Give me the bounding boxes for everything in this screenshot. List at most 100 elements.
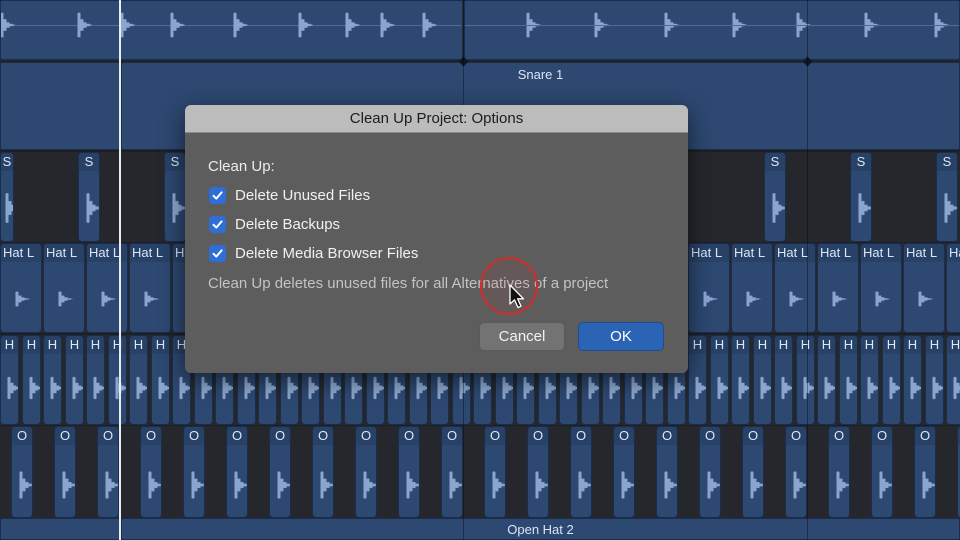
- open-hat-region[interactable]: O: [527, 426, 549, 518]
- open-hat-region[interactable]: O: [441, 426, 463, 518]
- waveform: [789, 291, 804, 307]
- open-hat-region[interactable]: O: [226, 426, 248, 518]
- hat-loop-region[interactable]: Hat L: [774, 243, 816, 333]
- hat-loop-region[interactable]: Hat L: [731, 243, 773, 333]
- delete-unused-files-option[interactable]: Delete Unused Files: [209, 185, 370, 205]
- hat-region[interactable]: H: [839, 335, 858, 425]
- open-hat-region[interactable]: O: [656, 426, 678, 518]
- option-label: Delete Backups: [235, 215, 341, 233]
- hat-region[interactable]: H: [0, 335, 19, 425]
- open-hat-region[interactable]: O: [871, 426, 893, 518]
- audio-region[interactable]: [0, 62, 120, 150]
- hat-region[interactable]: H: [946, 335, 960, 425]
- waveform: [664, 471, 677, 499]
- waveform: [944, 193, 957, 223]
- waveform: [101, 291, 116, 307]
- playhead[interactable]: [119, 0, 121, 540]
- sample-region[interactable]: S: [850, 152, 872, 242]
- audio-region[interactable]: [0, 518, 120, 540]
- open-hat-2-region[interactable]: Open Hat 2: [121, 518, 960, 540]
- waveform: [148, 471, 161, 499]
- hat-region[interactable]: H: [903, 335, 922, 425]
- hat-region[interactable]: H: [151, 335, 170, 425]
- hat-loop-region[interactable]: Hat L: [860, 243, 902, 333]
- hat-region[interactable]: H: [22, 335, 41, 425]
- sample-region[interactable]: S: [164, 152, 186, 242]
- open-hat-region[interactable]: O: [11, 426, 33, 518]
- open-hat-region[interactable]: O: [54, 426, 76, 518]
- hat-region[interactable]: H: [796, 335, 815, 425]
- hat-loop-region[interactable]: Hat L: [86, 243, 128, 333]
- hat-region[interactable]: H: [129, 335, 148, 425]
- hat-region[interactable]: H: [43, 335, 62, 425]
- bar-line: [807, 0, 808, 540]
- hat-region[interactable]: H: [860, 335, 879, 425]
- open-hat-region[interactable]: O: [312, 426, 334, 518]
- hat-loop-region[interactable]: Hat L: [129, 243, 171, 333]
- open-hat-region[interactable]: O: [828, 426, 850, 518]
- open-hat-region[interactable]: O: [914, 426, 936, 518]
- hat-loop-region[interactable]: Hat L: [903, 243, 945, 333]
- waveform: [172, 193, 185, 223]
- waveform: [953, 376, 960, 400]
- waveform: [932, 376, 943, 400]
- hat-region[interactable]: H: [731, 335, 750, 425]
- open-hat-region[interactable]: O: [140, 426, 162, 518]
- waveform: [363, 471, 376, 499]
- hat-region[interactable]: H: [108, 335, 127, 425]
- waveform: [858, 193, 871, 223]
- hat-loop-region[interactable]: Hat L: [688, 243, 730, 333]
- checkbox-checked-icon[interactable]: [209, 244, 226, 262]
- audio-region[interactable]: [0, 0, 463, 60]
- open-hat-region[interactable]: O: [699, 426, 721, 518]
- waveform: [889, 376, 900, 400]
- hat-region[interactable]: H: [817, 335, 836, 425]
- open-hat-region[interactable]: O: [570, 426, 592, 518]
- waveform: [910, 376, 921, 400]
- open-hat-region[interactable]: O: [97, 426, 119, 518]
- waveform: [695, 376, 706, 400]
- open-hat-region[interactable]: O: [398, 426, 420, 518]
- open-hat-region[interactable]: O: [484, 426, 506, 518]
- region-label: Snare 1: [517, 67, 564, 82]
- hat-loop-region[interactable]: Hat L: [0, 243, 42, 333]
- open-hat-region[interactable]: O: [785, 426, 807, 518]
- checkbox-checked-icon[interactable]: [209, 215, 226, 233]
- ok-button[interactable]: OK: [578, 322, 664, 351]
- waveform: [578, 471, 591, 499]
- waveform: [277, 471, 290, 499]
- hat-region[interactable]: H: [86, 335, 105, 425]
- hat-loop-region[interactable]: Hat L: [946, 243, 960, 333]
- delete-backups-option[interactable]: Delete Backups: [209, 214, 340, 234]
- cancel-button[interactable]: Cancel: [479, 322, 565, 351]
- open-hat-region[interactable]: O: [355, 426, 377, 518]
- waveform: [918, 291, 933, 307]
- open-hat-region[interactable]: O: [269, 426, 291, 518]
- delete-media-browser-files-option[interactable]: Delete Media Browser Files: [209, 243, 418, 263]
- waveform: [115, 376, 126, 400]
- sample-region[interactable]: S: [764, 152, 786, 242]
- hat-region[interactable]: H: [925, 335, 944, 425]
- dialog-title: Clean Up Project: Options: [185, 105, 688, 133]
- waveform: [846, 376, 857, 400]
- hat-region[interactable]: H: [688, 335, 707, 425]
- open-hat-region[interactable]: O: [183, 426, 205, 518]
- clean-up-options-dialog: Clean Up Project: Options Clean Up: Dele…: [185, 105, 688, 373]
- hat-region[interactable]: H: [65, 335, 84, 425]
- hat-region[interactable]: H: [710, 335, 729, 425]
- open-hat-region[interactable]: O: [613, 426, 635, 518]
- hat-region[interactable]: H: [753, 335, 772, 425]
- sample-region[interactable]: S: [936, 152, 958, 242]
- hat-loop-region[interactable]: Hat L: [43, 243, 85, 333]
- checkbox-checked-icon[interactable]: [209, 186, 226, 204]
- waveform: [136, 376, 147, 400]
- open-hat-region[interactable]: O: [742, 426, 764, 518]
- hat-region[interactable]: H: [882, 335, 901, 425]
- sample-region[interactable]: S: [0, 152, 14, 242]
- hat-loop-region[interactable]: Hat L: [817, 243, 859, 333]
- waveform: [58, 291, 73, 307]
- audio-region[interactable]: [464, 0, 960, 60]
- sample-region[interactable]: S: [78, 152, 100, 242]
- hat-region[interactable]: H: [774, 335, 793, 425]
- waveform: [62, 471, 75, 499]
